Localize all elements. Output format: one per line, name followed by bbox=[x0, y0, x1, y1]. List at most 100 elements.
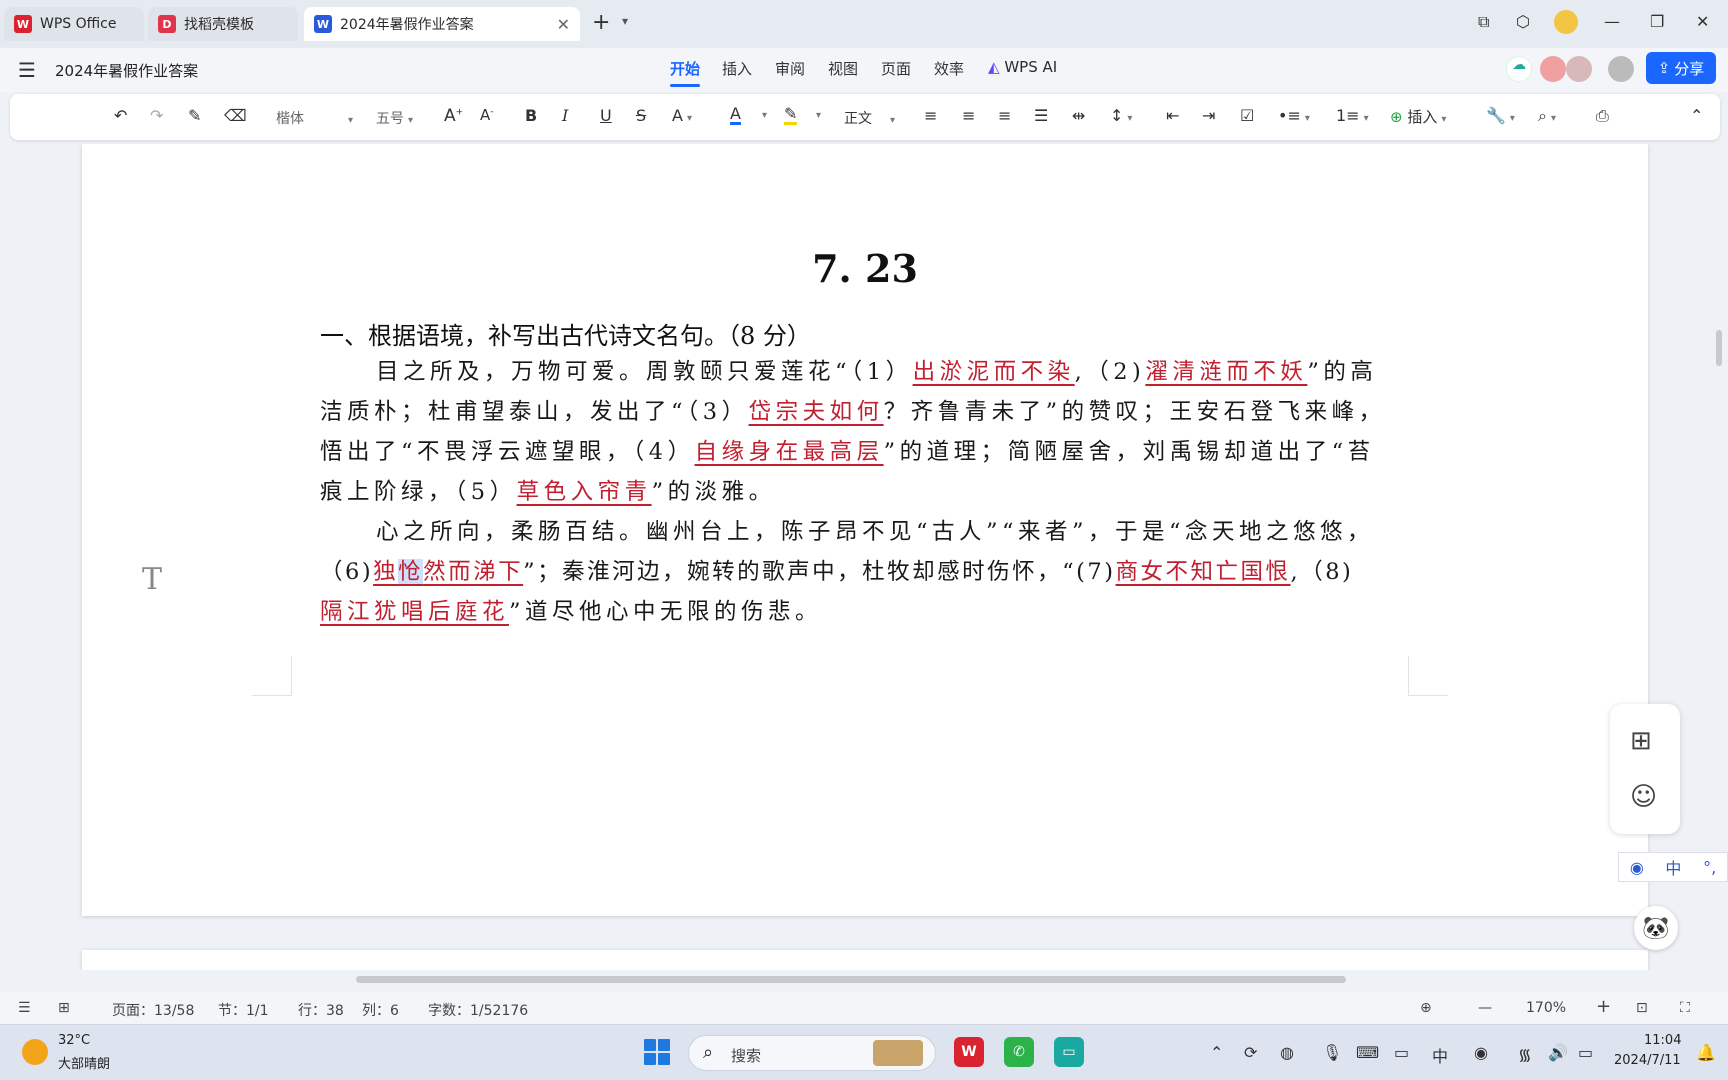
font-name-select[interactable]: 楷体 ▾ bbox=[276, 108, 353, 128]
bullet-list-icon[interactable]: •≡ ▾ bbox=[1278, 106, 1310, 125]
bold-icon[interactable]: B bbox=[525, 106, 537, 125]
italic-icon[interactable]: I bbox=[562, 106, 568, 125]
underline-icon[interactable]: U bbox=[600, 106, 612, 125]
font-color-dropdown-icon[interactable]: ▾ bbox=[762, 110, 767, 121]
user-avatar[interactable] bbox=[1554, 10, 1578, 34]
menu-wps-ai[interactable]: ◭ WPS AI bbox=[988, 58, 1057, 76]
weather-sun-icon[interactable] bbox=[22, 1039, 48, 1065]
horizontal-scrollbar-thumb[interactable] bbox=[356, 976, 1346, 983]
new-tab-plus-icon[interactable]: + bbox=[592, 10, 610, 35]
taskbar-search[interactable]: ⌕ 搜索 bbox=[688, 1035, 936, 1071]
windows-start-icon[interactable] bbox=[644, 1039, 670, 1065]
chevron-down-icon[interactable]: ▾ bbox=[622, 14, 628, 28]
keyboard-icon[interactable]: ⌨ bbox=[1356, 1043, 1379, 1062]
emoji-icon[interactable]: ☺ bbox=[1630, 782, 1657, 812]
menu-review[interactable]: 审阅 bbox=[775, 58, 805, 79]
share-button[interactable]: ⇪ 分享 bbox=[1646, 52, 1716, 84]
tab-docer-templates[interactable]: D 找稻壳模板 bbox=[148, 7, 298, 41]
checkbox-icon[interactable]: ☑ bbox=[1240, 106, 1254, 125]
volume-icon[interactable]: 🔊 bbox=[1548, 1043, 1568, 1062]
menu-home[interactable]: 开始 bbox=[670, 58, 701, 87]
menu-view[interactable]: 视图 bbox=[828, 58, 858, 79]
microphone-icon[interactable]: 🎙 bbox=[1322, 1043, 1342, 1062]
next-page[interactable] bbox=[82, 950, 1648, 970]
justify-icon[interactable]: ☰ bbox=[1034, 106, 1048, 125]
globe-icon[interactable]: ⊕ bbox=[1420, 1000, 1432, 1016]
word-count[interactable]: 字数：1/52176 bbox=[428, 1000, 528, 1020]
redo-icon[interactable]: ↷ bbox=[150, 106, 163, 125]
vertical-scrollbar-thumb[interactable] bbox=[1716, 330, 1722, 366]
highlight-dropdown-icon[interactable]: ▾ bbox=[816, 110, 821, 121]
device-icon[interactable]: ▭ bbox=[1394, 1043, 1409, 1062]
line-spacing-icon[interactable]: ↕ ▾ bbox=[1110, 106, 1132, 125]
page-indicator[interactable]: 页面：13/58 bbox=[112, 1000, 194, 1020]
increase-indent-icon[interactable]: ⇥ bbox=[1202, 106, 1215, 125]
app-tray-icon[interactable]: ◍ bbox=[1280, 1043, 1294, 1062]
wechat-icon[interactable]: ✆ bbox=[1004, 1037, 1034, 1067]
cloud-sync-icon[interactable]: ☁ bbox=[1506, 56, 1532, 82]
distributed-align-icon[interactable]: ⇹ bbox=[1072, 106, 1085, 125]
tab-wps-office[interactable]: W WPS Office bbox=[4, 7, 144, 41]
menu-efficiency[interactable]: 效率 bbox=[934, 58, 964, 79]
cube-icon[interactable]: ⬡ bbox=[1516, 12, 1530, 31]
collaborator-avatar[interactable] bbox=[1566, 56, 1592, 82]
battery-icon[interactable]: ▭ bbox=[1578, 1043, 1593, 1062]
minimize-icon[interactable]: — bbox=[1604, 12, 1620, 31]
screen-app-icon[interactable]: ▭ bbox=[1054, 1037, 1084, 1067]
text-tool-icon[interactable]: T bbox=[142, 562, 162, 597]
increase-font-icon[interactable]: A+ bbox=[444, 106, 463, 126]
insert-dropdown[interactable]: ⊕ 插入 ▾ bbox=[1390, 106, 1446, 127]
tab-current-document[interactable]: W 2024年暑假作业答案 ✕ bbox=[304, 7, 580, 41]
notification-bell-icon[interactable]: 🔔 bbox=[1696, 1043, 1716, 1062]
align-center-icon[interactable]: ≡ bbox=[962, 106, 975, 125]
assistant-avatar-icon[interactable]: 🐼 bbox=[1634, 906, 1678, 950]
search-icon[interactable]: ⌕ ▾ bbox=[1538, 106, 1556, 126]
add-comment-icon[interactable]: ⊞ bbox=[1630, 726, 1652, 756]
clock-date[interactable]: 2024/7/11 bbox=[1614, 1053, 1681, 1068]
ime-toolbar[interactable]: ◉ 中 °, bbox=[1618, 852, 1728, 882]
collapse-ribbon-icon[interactable]: ⌃ bbox=[1690, 106, 1703, 125]
wifi-icon[interactable]: ᯾ bbox=[1518, 1043, 1532, 1065]
paragraph-style-select[interactable]: 正文 ▾ bbox=[844, 108, 895, 128]
undo-icon[interactable]: ↶ bbox=[114, 106, 127, 125]
align-left-icon[interactable]: ≡ bbox=[924, 106, 937, 125]
outline-icon[interactable]: ☰ bbox=[18, 1000, 31, 1016]
fit-page-icon[interactable]: ⊡ bbox=[1636, 1000, 1648, 1016]
decrease-font-icon[interactable]: A- bbox=[480, 106, 494, 124]
weather-temperature[interactable]: 32°C bbox=[58, 1033, 90, 1048]
tray-expand-icon[interactable]: ⌃ bbox=[1210, 1043, 1223, 1062]
clock-time[interactable]: 11:04 bbox=[1644, 1033, 1681, 1048]
restore-icon[interactable]: ❐ bbox=[1650, 12, 1664, 31]
fullscreen-icon[interactable]: ⛶ bbox=[1680, 1000, 1690, 1016]
sync-icon[interactable]: ⟳ bbox=[1244, 1043, 1257, 1062]
window-layout-icon[interactable]: ⧉ bbox=[1478, 12, 1489, 32]
collaborator-avatar[interactable] bbox=[1608, 56, 1634, 82]
close-tab-icon[interactable]: ✕ bbox=[557, 15, 570, 34]
ime-logo-icon[interactable]: ◉ bbox=[1630, 858, 1644, 877]
format-painter-icon[interactable]: ✎ bbox=[188, 106, 201, 125]
hamburger-menu-icon[interactable]: ☰ bbox=[18, 58, 36, 82]
strikethrough-icon[interactable]: S bbox=[636, 106, 646, 125]
tools-icon[interactable]: 🔧 ▾ bbox=[1486, 106, 1515, 125]
navigation-icon[interactable]: ⊞ bbox=[58, 1000, 70, 1016]
align-right-icon[interactable]: ≡ bbox=[998, 106, 1011, 125]
weather-description[interactable]: 大部晴朗 bbox=[58, 1053, 110, 1072]
font-size-select[interactable]: 五号 ▾ bbox=[376, 108, 413, 128]
numbered-list-icon[interactable]: 1≡ ▾ bbox=[1336, 106, 1369, 125]
text-effect-icon[interactable]: A ▾ bbox=[672, 106, 692, 125]
decrease-indent-icon[interactable]: ⇤ bbox=[1166, 106, 1179, 125]
wps-taskbar-icon[interactable]: W bbox=[954, 1037, 984, 1067]
menu-insert[interactable]: 插入 bbox=[722, 58, 752, 79]
close-window-icon[interactable]: ✕ bbox=[1696, 12, 1709, 31]
ime-logo-tray-icon[interactable]: ◉ bbox=[1474, 1043, 1488, 1062]
menu-page[interactable]: 页面 bbox=[881, 58, 911, 79]
document-page[interactable]: 7. 23 一、根据语境，补写出古代诗文名句。（8 分） 目之所及，万物可爱。周… bbox=[82, 144, 1648, 916]
eraser-icon[interactable]: ⌫ bbox=[224, 106, 247, 125]
ime-chinese-mode-icon[interactable]: 中 bbox=[1665, 855, 1681, 879]
zoom-level[interactable]: 170% bbox=[1526, 1000, 1566, 1016]
collaborator-avatar[interactable] bbox=[1540, 56, 1566, 82]
font-color-icon[interactable]: A bbox=[730, 106, 741, 125]
ime-tray-icon[interactable]: 中 bbox=[1432, 1043, 1448, 1067]
highlight-icon[interactable]: ✎ bbox=[784, 106, 798, 125]
ime-punctuation-icon[interactable]: °, bbox=[1703, 858, 1716, 877]
